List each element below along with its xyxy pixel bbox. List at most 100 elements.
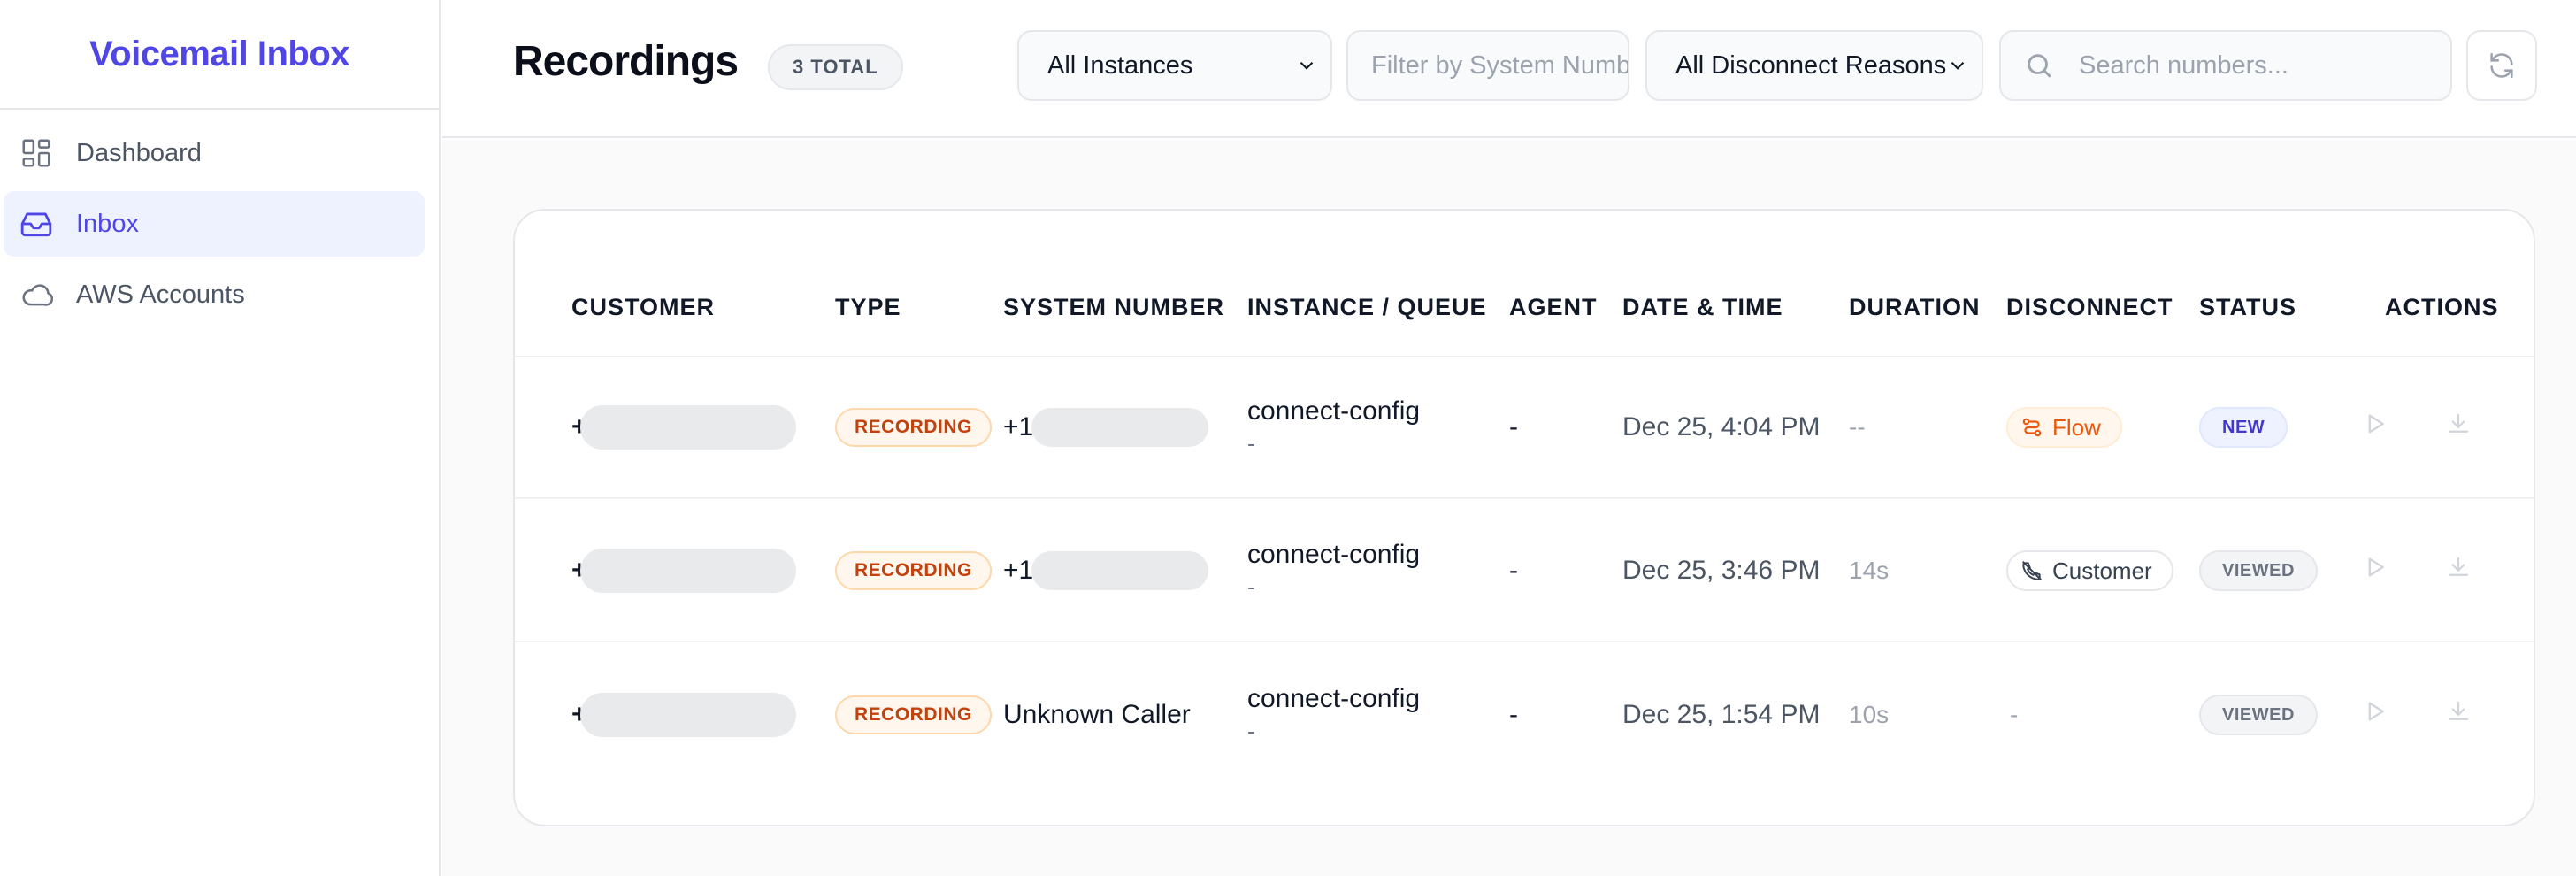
- instance-queue-cell: connect-config -: [1247, 683, 1420, 747]
- type-cell: RECORDING: [835, 551, 992, 590]
- status-cell: VIEWED: [2199, 695, 2318, 735]
- download-button[interactable]: [2445, 554, 2472, 588]
- instance-name: connect-config: [1247, 396, 1421, 426]
- sidebar-nav: Dashboard Inbox AWS Accounts: [0, 110, 439, 327]
- table-header: CUSTOMER TYPE SYSTEM NUMBER INSTANCE / Q…: [515, 211, 2534, 357]
- table-row[interactable]: + RECORDING +1 connect-config - - Dec 25…: [515, 357, 2534, 499]
- table-row[interactable]: + RECORDING +1 connect-config - - Dec 25…: [515, 501, 2534, 642]
- sidebar-item-label: Dashboard: [76, 138, 202, 167]
- disconnect-cell: Flow: [2006, 407, 2122, 448]
- column-header-instance-queue: INSTANCE / QUEUE: [1247, 294, 1487, 320]
- queue-name: -: [1247, 573, 1255, 600]
- column-header-status: STATUS: [2199, 294, 2296, 320]
- status-badge: NEW: [2199, 407, 2288, 448]
- inbox-icon: [19, 207, 76, 241]
- download-button[interactable]: [2445, 698, 2472, 732]
- search-input[interactable]: Search numbers...: [1999, 30, 2452, 101]
- disconnect-label: Flow: [2052, 413, 2101, 441]
- system-number-cell: +1: [1003, 408, 1209, 447]
- agent-cell: -: [1509, 700, 1518, 729]
- system-number: +1: [1003, 412, 1034, 442]
- type-cell: RECORDING: [835, 695, 992, 734]
- disconnect-label: Customer: [2052, 557, 2152, 584]
- sidebar-item-inbox[interactable]: Inbox: [4, 191, 425, 257]
- dashboard-grid-icon: [19, 136, 76, 170]
- column-header-agent: AGENT: [1509, 294, 1598, 320]
- agent-cell: -: [1509, 556, 1518, 585]
- play-icon: [2368, 557, 2384, 577]
- redacted-number: [579, 693, 796, 737]
- redacted-number: [1031, 408, 1209, 447]
- status-cell: VIEWED: [2199, 550, 2318, 591]
- redacted-number: [579, 405, 796, 450]
- duration-cell: --: [1849, 413, 1866, 441]
- download-icon: [2448, 701, 2469, 720]
- disconnect-reason-select[interactable]: All Disconnect Reasons: [1645, 30, 1983, 101]
- sidebar-item-aws-accounts[interactable]: AWS Accounts: [4, 262, 425, 327]
- refresh-button[interactable]: [2466, 30, 2537, 101]
- total-count-badge: 3 TOTAL: [768, 44, 903, 90]
- search-placeholder: Search numbers...: [2079, 50, 2288, 80]
- column-header-system-number: SYSTEM NUMBER: [1003, 294, 1225, 320]
- flow-icon: [2022, 418, 2042, 437]
- brand-title: Voicemail Inbox: [88, 34, 350, 73]
- instance-select[interactable]: All Instances: [1017, 30, 1332, 101]
- download-icon: [2448, 557, 2469, 576]
- redacted-number: [1031, 551, 1209, 590]
- disconnect-select-value: All Disconnect Reasons: [1675, 50, 1946, 80]
- type-badge: RECORDING: [835, 408, 992, 447]
- play-button[interactable]: [2362, 698, 2388, 732]
- disconnect-badge: Flow: [2006, 407, 2122, 448]
- chevron-down-icon: [1951, 61, 1965, 70]
- disconnect-cell: Customer: [2006, 550, 2174, 591]
- cloud-icon: [19, 278, 76, 311]
- download-icon: [2448, 413, 2469, 433]
- refresh-icon: [2490, 52, 2513, 79]
- column-header-disconnect: DISCONNECT: [2006, 294, 2174, 320]
- download-button[interactable]: [2445, 411, 2472, 444]
- system-number-cell: Unknown Caller: [1003, 700, 1191, 729]
- page-header: Recordings 3 TOTAL All Instances Filter …: [442, 0, 2576, 138]
- system-number-cell: +1: [1003, 551, 1209, 590]
- customer-cell: +: [571, 549, 796, 593]
- play-button[interactable]: [2362, 411, 2388, 444]
- system-number-filter-input[interactable]: Filter by System Number: [1346, 30, 1629, 101]
- disconnect-badge: Customer: [2006, 550, 2174, 591]
- column-header-duration: DURATION: [1849, 294, 1981, 320]
- redacted-number: [579, 549, 796, 593]
- status-badge: VIEWED: [2199, 550, 2318, 591]
- main-content: CUSTOMER TYPE SYSTEM NUMBER INSTANCE / Q…: [442, 140, 2576, 876]
- system-number: +1: [1003, 556, 1034, 585]
- sidebar-item-dashboard[interactable]: Dashboard: [4, 120, 425, 186]
- sidebar-item-label: Inbox: [76, 209, 139, 238]
- brand: Voicemail Inbox: [0, 0, 439, 110]
- column-header-customer: CUSTOMER: [571, 294, 716, 320]
- queue-name: -: [1247, 718, 1255, 744]
- play-icon: [2368, 414, 2384, 434]
- type-badge: RECORDING: [835, 551, 992, 590]
- disconnect-cell: -: [2010, 701, 2019, 728]
- instance-queue-cell: connect-config -: [1247, 396, 1420, 459]
- instance-select-value: All Instances: [1047, 50, 1193, 80]
- customer-cell: +: [571, 693, 796, 737]
- column-header-actions: ACTIONS: [2385, 294, 2499, 320]
- column-header-type: TYPE: [835, 294, 901, 320]
- duration-cell: 14s: [1849, 557, 1890, 584]
- table-row[interactable]: + RECORDING Unknown Caller connect-confi…: [515, 644, 2534, 786]
- sidebar-item-label: AWS Accounts: [76, 280, 245, 309]
- duration-cell: 10s: [1849, 701, 1890, 728]
- agent-cell: -: [1509, 412, 1518, 442]
- instance-name: connect-config: [1247, 540, 1421, 569]
- instance-name: connect-config: [1247, 684, 1421, 713]
- page-title: Recordings: [513, 38, 739, 85]
- play-icon: [2368, 702, 2384, 721]
- date-time-cell: Dec 25, 3:46 PM: [1622, 556, 1821, 585]
- date-time-cell: Dec 25, 1:54 PM: [1622, 700, 1821, 729]
- queue-name: -: [1247, 430, 1255, 457]
- search-icon: [2028, 54, 2051, 78]
- type-cell: RECORDING: [835, 408, 992, 447]
- play-button[interactable]: [2362, 554, 2388, 588]
- status-cell: NEW: [2199, 407, 2288, 448]
- system-number-filter-placeholder: Filter by System Number: [1371, 50, 1629, 80]
- recordings-table-card: CUSTOMER TYPE SYSTEM NUMBER INSTANCE / Q…: [513, 209, 2535, 826]
